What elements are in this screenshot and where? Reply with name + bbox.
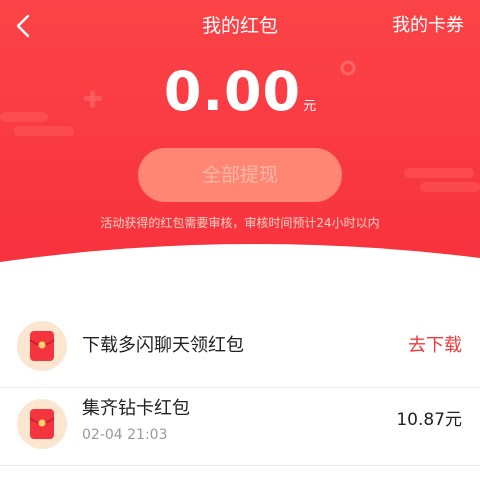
red-envelope-icon	[17, 399, 67, 449]
my-coupons-link[interactable]: 我的卡券	[392, 12, 464, 40]
list-item-title: 集齐钻卡红包	[82, 398, 190, 419]
list-item-date: 02-04 21:03	[82, 427, 168, 443]
balance-unit: 元	[303, 99, 317, 114]
red-envelope-list: 下载多闪聊天领红包 去下载 集齐钻卡红包 02-04 21:03 10.87元	[0, 310, 480, 466]
list-item-amount: 10.87元	[396, 410, 462, 430]
review-notice: 活动获得的红包需要审核，审核时间预计24小时以内	[100, 216, 380, 230]
red-envelope-icon	[17, 321, 67, 371]
list-item[interactable]: 下载多闪聊天领红包 去下载	[0, 310, 480, 388]
balance-display: 0.00 元	[0, 60, 480, 124]
download-link[interactable]: 去下载	[408, 334, 462, 358]
list-item-title: 下载多闪聊天领红包	[82, 335, 244, 356]
balance-amount: 0.00	[163, 60, 302, 123]
list-item[interactable]: 集齐钻卡红包 02-04 21:03 10.87元	[0, 388, 480, 466]
withdraw-all-button[interactable]: 全部提现	[138, 148, 342, 202]
balance-header: 我的红包 我的卡券 0.00 元 全部提现 活动获得的红包需要审核，审核时间预计2…	[0, 0, 480, 300]
